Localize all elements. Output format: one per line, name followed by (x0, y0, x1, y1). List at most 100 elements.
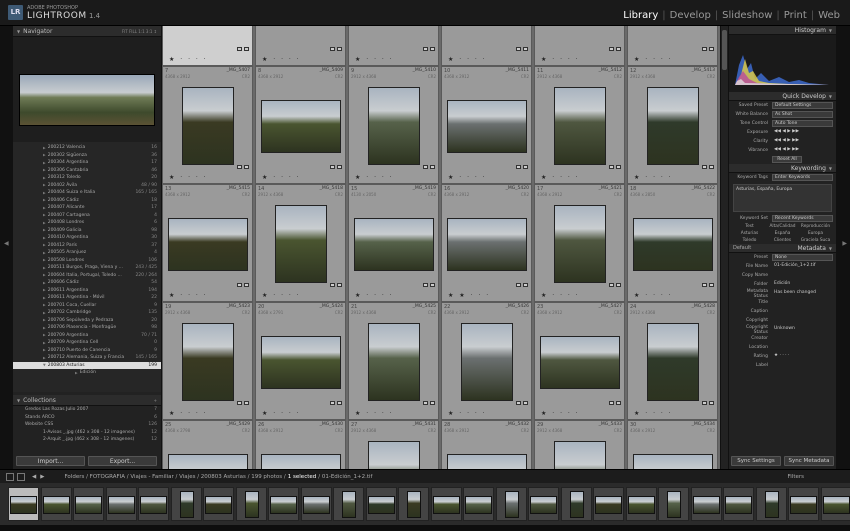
photo-thumbnail[interactable] (540, 336, 620, 389)
label-field[interactable] (772, 362, 833, 369)
saved-preset-select[interactable]: Default Settings (772, 102, 833, 109)
filmstrip-image[interactable] (432, 496, 460, 514)
photo-thumbnail[interactable] (368, 441, 420, 469)
grid-cell[interactable]: 9 _MG_5410 2912 x 4368 CR2 ★ · · · · (348, 66, 439, 184)
keyword-set-item[interactable]: Europa (799, 231, 832, 236)
folder-item[interactable]: ▼ 200803 Asturias 199 (13, 361, 161, 369)
auto-tone-button[interactable]: Auto Tone (772, 120, 833, 127)
folder-item[interactable]: ▶ 200511 Burgos, Praga, Viena y ... 243 /… (13, 264, 161, 272)
disclosure-triangle-icon[interactable]: ▶ (43, 348, 46, 352)
metadata-badge-icon[interactable] (237, 401, 242, 405)
filmstrip-image[interactable] (627, 496, 655, 514)
develop-badge-icon[interactable] (523, 283, 528, 287)
filmstrip-image[interactable] (270, 496, 297, 514)
folder-item[interactable]: ▶ 200702 Cambridge 135 (13, 309, 161, 317)
folder-item[interactable]: ▶ 200706 Sepúlveda y Pedraza 20 (13, 317, 161, 325)
grid-cell[interactable]: 24 _MG_5428 2912 x 4368 CR2 ★ · · · · (627, 302, 718, 420)
copyright-field[interactable] (772, 317, 833, 324)
metadata-badge-icon[interactable] (423, 283, 428, 287)
metadata-badge-icon[interactable] (423, 165, 428, 169)
folder-item[interactable]: ▶ 200407 Alicante 17 (13, 204, 161, 212)
develop-badge-icon[interactable] (430, 283, 435, 287)
folder-item[interactable]: ▶ 200409 Galicia 98 (13, 227, 161, 235)
back-arrow-icon[interactable]: ◀ (32, 474, 36, 480)
location-field[interactable] (772, 344, 833, 351)
metadata-badge-icon[interactable] (516, 165, 521, 169)
title-field[interactable] (772, 299, 833, 306)
import-button[interactable]: Import... (16, 456, 85, 466)
filters-label[interactable]: Filters (788, 474, 805, 480)
grid-cell[interactable]: 22 _MG_5426 4368 x 2912 CR2 ★ · · · · (441, 302, 532, 420)
disclosure-triangle-icon[interactable]: ▶ (43, 153, 46, 157)
disclosure-triangle-icon[interactable]: ▶ (43, 288, 46, 292)
rating-stars[interactable]: ★ · · · · (772, 353, 833, 360)
metadata-badge-icon[interactable] (702, 165, 707, 169)
copy-name-value[interactable] (772, 272, 833, 279)
filmstrip-thumbnail[interactable] (8, 487, 39, 521)
folder-item[interactable]: ▶ 200404 Suiza e Italia 165 / 165 (13, 189, 161, 197)
filmstrip-image[interactable] (504, 491, 519, 518)
disclosure-triangle-icon[interactable]: ▶ (43, 318, 46, 322)
metadata-badge-icon[interactable] (609, 165, 614, 169)
folder-item[interactable]: ▶ 200710 Puerto de Canencia 9 (13, 347, 161, 355)
bottom-panel-toggle[interactable] (0, 525, 850, 531)
filmstrip-thumbnail[interactable] (755, 487, 787, 521)
add-collection-icon[interactable]: + (154, 398, 157, 403)
filmstrip-image[interactable] (302, 496, 330, 514)
develop-badge-icon[interactable] (337, 47, 342, 51)
grid-cell[interactable]: 12 _MG_5413 2912 x 4368 CR2 ★ · · · · (627, 66, 718, 184)
metadata-badge-icon[interactable] (516, 283, 521, 287)
filmstrip-thumbnail[interactable] (658, 487, 689, 521)
grid-cell[interactable]: 25 _MG_5429 4368 x 2798 CR2 (162, 420, 253, 469)
develop-badge-icon[interactable] (709, 401, 714, 405)
develop-badge-icon[interactable] (616, 283, 621, 287)
filmstrip-thumbnail[interactable] (463, 487, 494, 521)
disclosure-triangle-icon[interactable]: ▶ (43, 311, 46, 315)
disclosure-triangle-icon[interactable]: ▶ (43, 198, 46, 202)
filmstrip-thumbnail[interactable] (300, 487, 332, 521)
folder-item[interactable]: ▶ 200706 Plasencia - Monfragüe 98 (13, 324, 161, 332)
filmstrip-thumbnail[interactable] (560, 487, 592, 521)
disclosure-triangle-icon[interactable]: ▶ (43, 281, 46, 285)
filmstrip-image[interactable] (530, 496, 557, 514)
photo-thumbnail[interactable] (554, 87, 606, 165)
navigator-image[interactable] (19, 74, 155, 126)
folder-item[interactable]: ▶ 200712 Alemania, Suiza y Francia 145 / … (13, 354, 161, 362)
filmstrip-image[interactable] (725, 496, 752, 514)
disclosure-triangle-icon[interactable]: ▶ (43, 266, 46, 270)
filmstrip-image[interactable] (569, 491, 584, 518)
filmstrip-image[interactable] (667, 491, 681, 518)
collection-item[interactable]: Website CSS 126 (13, 421, 161, 429)
filmstrip-image[interactable] (822, 496, 850, 514)
develop-badge-icon[interactable] (709, 283, 714, 287)
grid-cell[interactable]: ★ · · · · (627, 26, 718, 66)
metadata-badge-icon[interactable] (237, 165, 242, 169)
filmstrip-image[interactable] (595, 496, 622, 514)
filmstrip-image[interactable] (465, 496, 492, 514)
metadata-badge-icon[interactable] (330, 283, 335, 287)
disclosure-triangle-icon[interactable]: ▶ (75, 371, 78, 375)
keyword-set-item[interactable]: Reproducción (799, 224, 832, 229)
photo-thumbnail[interactable] (168, 218, 248, 271)
folder-item[interactable]: ▶ 200505 Aranjuez 4 (13, 249, 161, 257)
develop-badge-icon[interactable] (616, 165, 621, 169)
develop-badge-icon[interactable] (523, 401, 528, 405)
metadata-badge-icon[interactable] (237, 47, 242, 51)
develop-badge-icon[interactable] (337, 401, 342, 405)
filmstrip-image[interactable] (10, 496, 37, 514)
metadata-badge-icon[interactable] (609, 283, 614, 287)
develop-badge-icon[interactable] (337, 165, 342, 169)
module-web[interactable]: Web (817, 10, 841, 21)
filmstrip-thumbnail[interactable] (690, 487, 722, 521)
disclosure-triangle-icon[interactable]: ▶ (43, 191, 46, 195)
keyword-set-item[interactable]: Asturias (733, 231, 766, 236)
filmstrip-thumbnail[interactable] (333, 487, 364, 521)
caption-field[interactable] (772, 308, 833, 315)
metadata-preset-select[interactable]: None (772, 254, 833, 261)
filmstrip[interactable] (0, 483, 850, 525)
scroll-thumb[interactable] (722, 30, 727, 70)
folder-item[interactable]: ▶ 200701 Coca, Cuellar 9 (13, 302, 161, 310)
creator-field[interactable] (772, 335, 833, 342)
grid-cell[interactable]: 21 _MG_5425 2912 x 4368 CR2 ★ · · · · (348, 302, 439, 420)
reset-all-button[interactable]: Reset All (772, 156, 802, 163)
